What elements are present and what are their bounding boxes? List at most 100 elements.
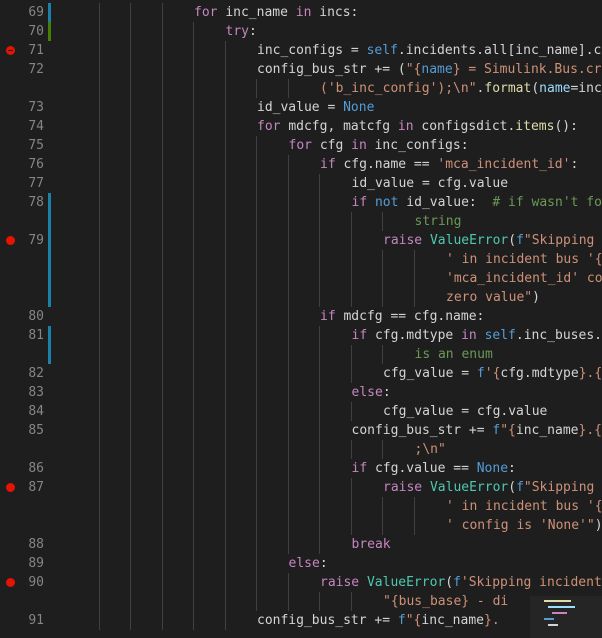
code-line[interactable]: 72 config_bus_str += ("{name} = Simulink.… <box>0 60 602 79</box>
code-line[interactable]: 87 raise ValueError(f"Skipping i <box>0 478 602 497</box>
code-text[interactable]: ' in incident bus '{bu <box>446 250 602 269</box>
line-number: 82 <box>28 366 44 381</box>
code-text[interactable]: else: <box>352 383 391 402</box>
code-text[interactable]: cfg_value = f'{cfg.mdtype}.{c <box>383 364 602 383</box>
code-line[interactable]: 89 else: <box>0 554 602 573</box>
indent-guide <box>224 155 226 174</box>
indent-guide <box>161 611 163 630</box>
code-line[interactable]: 73 id_value = None <box>0 98 602 117</box>
indent-guide <box>193 402 194 421</box>
code-text[interactable]: raise ValueError(f"Skipping i <box>383 231 602 250</box>
code-line[interactable]: ' config is 'None'") <box>0 516 602 535</box>
code-line[interactable]: 69 for inc_name in incs: <box>0 3 602 22</box>
code-line[interactable]: 83 else: <box>0 383 602 402</box>
change-indicator[interactable] <box>48 269 51 288</box>
code-text[interactable]: raise ValueError(f'Skipping incident <box>320 573 602 592</box>
code-text[interactable]: ' config is 'None'") <box>446 516 602 535</box>
indent-guide <box>193 573 194 592</box>
code-token: cfg.name == <box>343 157 438 172</box>
indent-guide <box>193 611 194 630</box>
indent-guide <box>256 231 257 250</box>
code-line[interactable]: 78 if not id_value: # if wasn't fou <box>0 193 602 212</box>
code-text[interactable]: 'mca_incident_id' con <box>446 269 602 288</box>
code-text[interactable]: ' in incident bus '{bu <box>446 497 602 516</box>
code-text[interactable]: config_bus_str += f"{inc_name}.{ma <box>352 421 602 440</box>
code-line[interactable]: zero value") <box>0 288 602 307</box>
change-indicator[interactable] <box>48 288 51 307</box>
change-indicator[interactable] <box>48 212 51 231</box>
code-text[interactable]: ;\n" <box>415 440 446 459</box>
code-line[interactable]: 74 for mdcfg, matcfg in configsdict.items… <box>0 117 602 136</box>
indent-guide <box>319 269 320 288</box>
indent-guide <box>130 250 131 269</box>
indent-guide <box>130 269 131 288</box>
code-text[interactable]: config_bus_str += ("{name} = Simulink.Bu… <box>257 60 602 79</box>
code-text[interactable]: zero value") <box>446 288 540 307</box>
code-text[interactable]: ('b_inc_config');\n".format(name=inc_ <box>320 79 602 98</box>
line-number: 85 <box>28 423 44 438</box>
code-token: f <box>516 480 524 495</box>
code-text[interactable]: string <box>415 212 462 231</box>
code-text[interactable]: cfg_value = cfg.value <box>383 402 547 421</box>
code-token: f <box>397 613 406 628</box>
code-line[interactable]: 82 cfg_value = f'{cfg.mdtype}.{c <box>0 364 602 383</box>
code-text[interactable]: id_value = cfg.value <box>352 174 509 193</box>
code-line[interactable]: 81 if cfg.mdtype in self.inc_buses.e <box>0 326 602 345</box>
change-indicator[interactable] <box>48 193 51 212</box>
code-token: f <box>516 233 524 248</box>
code-line[interactable]: 85 config_bus_str += f"{inc_name}.{ma <box>0 421 602 440</box>
code-line[interactable]: 80 if mdcfg == cfg.name: <box>0 307 602 326</box>
code-line[interactable]: 75 for cfg in inc_configs: <box>0 136 602 155</box>
code-line[interactable]: 77 id_value = cfg.value <box>0 174 602 193</box>
code-text[interactable]: for mdcfg, matcfg in configsdict.items()… <box>257 117 578 136</box>
minimap[interactable] <box>530 596 602 638</box>
indent-guide <box>287 497 289 516</box>
code-line[interactable]: 88 break <box>0 535 602 554</box>
code-line[interactable]: 84 cfg_value = cfg.value <box>0 402 602 421</box>
code-line[interactable]: 79 raise ValueError(f"Skipping i <box>0 231 602 250</box>
code-text[interactable]: try: <box>226 22 257 41</box>
code-line[interactable]: string <box>0 212 602 231</box>
code-text[interactable]: if cfg.value == None: <box>352 459 516 478</box>
code-line[interactable]: is an enum <box>0 345 602 364</box>
indent-guide <box>224 307 226 326</box>
indent-guide <box>130 516 131 535</box>
code-text[interactable]: inc_configs = self.incidents.all[inc_nam… <box>257 41 602 60</box>
code-text[interactable]: for cfg in inc_configs: <box>289 136 469 155</box>
code-text[interactable]: raise ValueError(f"Skipping i <box>383 478 602 497</box>
code-line[interactable]: "{bus_base} - di <box>0 592 602 611</box>
code-text[interactable]: else: <box>289 554 328 573</box>
code-text[interactable]: if cfg.mdtype in self.inc_buses.e <box>352 326 602 345</box>
code-editor[interactable]: 69 for inc_name in incs: 70 try: 71 inc_confi… <box>0 0 602 638</box>
code-token: cfg.value == <box>374 461 477 476</box>
code-line[interactable]: 71 inc_configs = self.incidents.all[inc_n… <box>0 41 602 60</box>
code-line[interactable]: ' in incident bus '{bu <box>0 250 602 269</box>
change-indicator[interactable] <box>48 345 51 364</box>
code-line[interactable]: ;\n" <box>0 440 602 459</box>
code-token: in <box>295 5 320 20</box>
code-line[interactable]: 86 if cfg.value == None: <box>0 459 602 478</box>
code-line[interactable]: 76 if cfg.name == 'mca_incident_id': <box>0 155 602 174</box>
code-line[interactable]: 'mca_incident_id' con <box>0 269 602 288</box>
code-text[interactable]: for inc_name in incs: <box>194 3 358 22</box>
code-text[interactable]: is an enum <box>415 345 493 364</box>
code-text[interactable]: if mdcfg == cfg.name: <box>320 307 484 326</box>
change-indicator[interactable] <box>48 231 51 250</box>
code-text[interactable]: break <box>352 535 391 554</box>
code-line[interactable]: 91 config_bus_str += f"{inc_name}. <box>0 611 602 630</box>
code-line[interactable]: ('b_inc_config');\n".format(name=inc_ <box>0 79 602 98</box>
change-indicator[interactable] <box>48 22 51 41</box>
code-text[interactable]: id_value = None <box>257 98 374 117</box>
code-line[interactable]: ' in incident bus '{bu <box>0 497 602 516</box>
code-text[interactable]: if not id_value: # if wasn't fou <box>352 193 602 212</box>
code-text[interactable]: config_bus_str += f"{inc_name}. <box>257 611 500 630</box>
code-line[interactable]: 90 raise ValueError(f'Skipping incident <box>0 573 602 592</box>
change-indicator[interactable] <box>48 3 51 22</box>
change-indicator[interactable] <box>48 250 51 269</box>
change-indicator[interactable] <box>48 326 51 345</box>
code-text[interactable]: if cfg.name == 'mca_incident_id': <box>320 155 578 174</box>
indent-guide <box>382 269 383 288</box>
code-text[interactable]: "{bus_base} - di <box>383 592 508 611</box>
code-line[interactable]: 70 try: <box>0 22 602 41</box>
indent-guide <box>193 288 194 307</box>
